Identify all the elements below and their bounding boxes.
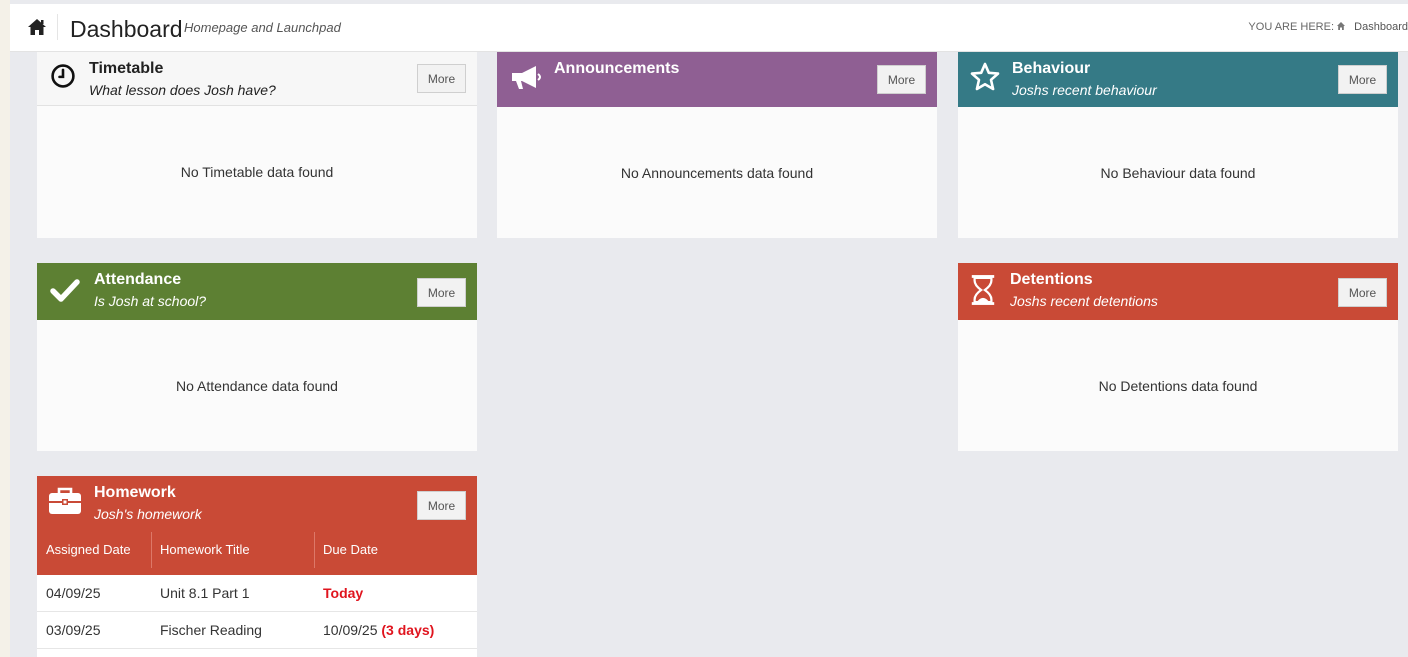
homework-title-cell: Unit 8.1 Part 1 bbox=[160, 585, 250, 601]
homework-more-button[interactable]: More bbox=[417, 491, 466, 520]
briefcase-icon bbox=[49, 487, 81, 514]
assigned-date-cell: 04/09/25 bbox=[46, 585, 101, 601]
homework-title-cell: Fischer Reading bbox=[160, 622, 262, 638]
attendance-empty-message: No Attendance data found bbox=[176, 377, 338, 394]
homework-table-header: Assigned Date Homework Title Due Date bbox=[37, 532, 477, 575]
attendance-title: Attendance bbox=[94, 271, 182, 288]
table-row[interactable]: 04/09/25 Unit 8.1 Part 1 Today bbox=[37, 575, 477, 612]
page-title: Dashboard bbox=[70, 16, 183, 42]
detentions-header: Detentions Joshs recent detentions More bbox=[958, 263, 1398, 320]
column-header-homework-title: Homework Title bbox=[152, 532, 315, 575]
attendance-header: Attendance Is Josh at school? More bbox=[37, 263, 477, 320]
column-header-label: Homework Title bbox=[160, 542, 250, 557]
homework-panel: Homework Josh's homework More Assigned D… bbox=[37, 476, 477, 657]
behaviour-empty-message: No Behaviour data found bbox=[1100, 164, 1256, 181]
timetable-empty-message: No Timetable data found bbox=[180, 164, 334, 180]
detentions-empty-message: No Detentions data found bbox=[1098, 377, 1258, 394]
due-date-note: (3 days) bbox=[381, 622, 435, 638]
behaviour-panel: Behaviour Joshs recent behaviour More No… bbox=[958, 52, 1398, 238]
homework-title: Homework bbox=[94, 484, 176, 501]
detentions-panel: Detentions Joshs recent detentions More … bbox=[958, 263, 1398, 451]
announcements-panel: Announcements More No Announcements data… bbox=[497, 52, 937, 238]
announcements-header: Announcements More bbox=[497, 52, 937, 107]
hourglass-icon bbox=[971, 275, 995, 305]
due-date-note: Today bbox=[323, 585, 364, 601]
clock-icon bbox=[51, 64, 75, 88]
check-icon bbox=[50, 279, 80, 302]
announcements-title: Announcements bbox=[554, 60, 680, 77]
home-icon[interactable] bbox=[26, 16, 48, 38]
star-icon bbox=[970, 62, 1000, 91]
breadcrumb-home-icon bbox=[1337, 22, 1345, 30]
timetable-header: Timetable What lesson does Josh have? Mo… bbox=[37, 52, 477, 106]
page-header: Dashboard Homepage and Launchpad YOU ARE… bbox=[10, 4, 1408, 52]
breadcrumb-dashboard-link[interactable]: Dashboard bbox=[1354, 21, 1408, 33]
timetable-title: Timetable bbox=[89, 60, 164, 77]
column-header-label: Assigned Date bbox=[46, 542, 131, 557]
column-header-assigned-date: Assigned Date bbox=[37, 532, 152, 575]
timetable-subtitle: What lesson does Josh have? bbox=[89, 82, 276, 98]
table-row[interactable]: 03/09/25 Fischer Reading 10/09/25 (3 day… bbox=[37, 612, 477, 649]
behaviour-more-button[interactable]: More bbox=[1338, 65, 1387, 94]
behaviour-title: Behaviour bbox=[1012, 60, 1091, 77]
timetable-more-button[interactable]: More bbox=[417, 64, 466, 93]
homework-subtitle: Josh's homework bbox=[94, 506, 202, 522]
megaphone-icon bbox=[512, 66, 541, 89]
announcements-more-button[interactable]: More bbox=[877, 65, 926, 94]
detentions-title: Detentions bbox=[1010, 271, 1093, 288]
detentions-subtitle: Joshs recent detentions bbox=[1010, 293, 1158, 309]
column-header-label: Due Date bbox=[323, 542, 378, 557]
attendance-subtitle: Is Josh at school? bbox=[94, 293, 207, 309]
column-header-due-date: Due Date bbox=[315, 532, 477, 575]
timetable-panel: Timetable What lesson does Josh have? Mo… bbox=[37, 52, 477, 238]
behaviour-header: Behaviour Joshs recent behaviour More bbox=[958, 52, 1398, 107]
homework-header: Homework Josh's homework More bbox=[37, 476, 477, 532]
detentions-more-button[interactable]: More bbox=[1338, 278, 1387, 307]
attendance-more-button[interactable]: More bbox=[417, 278, 466, 307]
assigned-date-cell: 03/09/25 bbox=[46, 622, 101, 638]
attendance-panel: Attendance Is Josh at school? More No At… bbox=[37, 263, 477, 451]
behaviour-subtitle: Joshs recent behaviour bbox=[1012, 82, 1157, 98]
breadcrumb-label: YOU ARE HERE: bbox=[1248, 21, 1334, 33]
due-date-value: 10/09/25 bbox=[323, 622, 378, 638]
announcements-empty-message: No Announcements data found bbox=[620, 164, 814, 181]
due-date-cell: 10/09/25 (3 days) bbox=[323, 622, 434, 638]
header-divider bbox=[57, 14, 58, 40]
page-subtitle: Homepage and Launchpad bbox=[184, 20, 341, 35]
